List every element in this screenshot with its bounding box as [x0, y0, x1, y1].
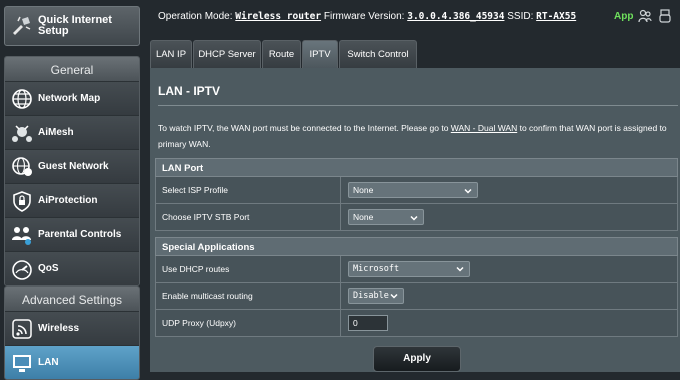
monitor-icon	[11, 352, 33, 374]
isp-profile-label: Select ISP Profile	[162, 185, 228, 195]
chevron-down-icon	[456, 264, 464, 272]
ssid-link[interactable]: RT-AX55	[536, 11, 576, 22]
family-icon	[11, 224, 33, 246]
chevron-down-icon	[410, 212, 418, 221]
quick-setup-label: Quick Internet Setup	[38, 14, 112, 37]
sidebar-item-label: Wireless	[38, 323, 80, 334]
row-divider	[340, 204, 341, 230]
sidebar-item-qos[interactable]: QoS	[5, 251, 139, 285]
sidebar: Quick Internet Setup General Network Map…	[0, 0, 148, 380]
row-divider	[340, 310, 341, 336]
users-icon[interactable]	[638, 9, 652, 26]
dhcp-routes-value: Microsoft	[353, 264, 400, 274]
quick-internet-setup-button[interactable]: Quick Internet Setup	[4, 6, 140, 46]
page-title: LAN - IPTV	[158, 84, 220, 98]
guest-network-icon	[11, 156, 33, 178]
multicast-routing-label: Enable multicast routing	[162, 291, 253, 301]
chevron-down-icon	[464, 185, 472, 194]
title-divider	[158, 105, 678, 106]
sidebar-item-lan[interactable]: LAN	[5, 345, 139, 379]
chevron-down-icon	[390, 291, 398, 299]
row-divider	[340, 256, 341, 282]
tab-switch-control[interactable]: Switch Control	[339, 40, 417, 68]
ssid-label: SSID:	[507, 11, 534, 22]
gauge-icon	[11, 258, 33, 280]
wan-dual-wan-link[interactable]: WAN - Dual WAN	[451, 123, 517, 133]
sidebar-item-guest-network[interactable]: Guest Network	[5, 149, 139, 183]
description-text: To watch IPTV, the WAN port must be conn…	[158, 123, 451, 133]
dhcp-routes-row: Use DHCP routes Microsoft	[155, 256, 678, 283]
sidebar-item-aimesh[interactable]: AiMesh	[5, 115, 139, 149]
advanced-settings-title: Advanced Settings	[5, 287, 139, 311]
sidebar-item-aiprotection[interactable]: AiProtection	[5, 183, 139, 217]
sidebar-item-network-map[interactable]: Network Map	[5, 81, 139, 115]
udpxy-row: UDP Proxy (Udpxy) 0	[155, 310, 678, 337]
row-divider	[340, 283, 341, 309]
apply-button[interactable]: Apply	[373, 346, 461, 372]
globe-icon	[11, 88, 33, 110]
stb-port-label: Choose IPTV STB Port	[162, 212, 250, 222]
iptv-panel: LAN - IPTV To watch IPTV, the WAN port m…	[150, 68, 680, 372]
quick-setup-icon	[10, 15, 34, 42]
sidebar-item-label: QoS	[38, 263, 59, 274]
firmware-label: Firmware Version:	[323, 11, 405, 22]
tab-iptv[interactable]: IPTV	[302, 40, 338, 68]
isp-profile-select[interactable]: None	[348, 182, 478, 198]
sidebar-item-label: AiProtection	[38, 195, 98, 206]
tab-dhcp-server[interactable]: DHCP Server	[193, 40, 261, 68]
operation-mode-link[interactable]: Wireless router	[235, 11, 321, 22]
sidebar-item-label: Parental Controls	[38, 229, 122, 240]
stb-port-select[interactable]: None	[348, 209, 424, 225]
sidebar-item-label: Guest Network	[38, 161, 109, 172]
dhcp-routes-label: Use DHCP routes	[162, 264, 230, 274]
status-text: Operation Mode: Wireless router Firmware…	[158, 11, 576, 22]
multicast-routing-row: Enable multicast routing Disable	[155, 283, 678, 310]
sidebar-item-wireless[interactable]: Wireless	[5, 311, 139, 345]
operation-mode-label: Operation Mode:	[158, 11, 233, 22]
general-title: General	[5, 57, 139, 81]
multicast-routing-select[interactable]: Disable	[348, 288, 404, 304]
udpxy-label: UDP Proxy (Udpxy)	[162, 318, 236, 328]
udpxy-input[interactable]: 0	[348, 315, 388, 331]
row-divider	[340, 177, 341, 203]
sidebar-item-label: LAN	[38, 357, 59, 368]
lan-port-section-header: LAN Port	[155, 158, 678, 177]
status-bar: Operation Mode: Wireless router Firmware…	[148, 0, 680, 34]
firmware-version-link[interactable]: 3.0.0.4.386_45934	[407, 11, 504, 22]
special-applications-section-header: Special Applications	[155, 237, 678, 256]
stb-port-value: None	[353, 212, 374, 222]
general-menu: General Network Map AiMesh Guest Network…	[4, 56, 140, 286]
app-link[interactable]: App	[614, 11, 633, 22]
usb-icon[interactable]	[658, 9, 672, 26]
wifi-icon	[11, 318, 33, 340]
dhcp-routes-select[interactable]: Microsoft	[348, 261, 470, 277]
sidebar-item-parental-controls[interactable]: Parental Controls	[5, 217, 139, 251]
aimesh-icon	[11, 122, 33, 144]
lock-shield-icon	[11, 190, 33, 212]
advanced-settings-menu: Advanced Settings Wireless LAN	[4, 286, 140, 380]
iptv-description: To watch IPTV, the WAN port must be conn…	[158, 120, 673, 152]
multicast-routing-value: Disable	[353, 291, 389, 301]
isp-profile-value: None	[353, 185, 374, 195]
sidebar-item-label: Network Map	[38, 93, 101, 104]
sidebar-item-label: AiMesh	[38, 127, 74, 138]
stb-port-row: Choose IPTV STB Port None	[155, 204, 678, 231]
tab-lan-ip[interactable]: LAN IP	[150, 40, 192, 68]
tab-route[interactable]: Route	[262, 40, 301, 68]
isp-profile-row: Select ISP Profile None	[155, 177, 678, 204]
